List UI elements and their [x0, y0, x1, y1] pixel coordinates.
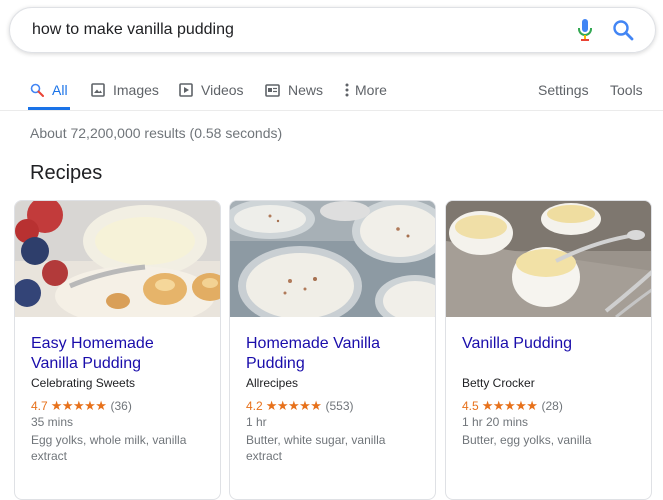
cook-time: 1 hr 20 mins: [462, 415, 529, 429]
rating-value: 4.2: [246, 399, 263, 413]
image-icon: [91, 83, 105, 97]
recipe-image: [446, 201, 651, 317]
rating-row: 4.7 ★★★★★ (36): [31, 398, 204, 414]
recipe-image: [230, 201, 435, 317]
star-rating-icon: ★★★★★: [481, 398, 538, 413]
recipe-source: Allrecipes: [246, 376, 299, 390]
star-rating-icon: ★★★★★: [265, 398, 322, 413]
recipe-card[interactable]: Easy Homemade Vanilla Pudding Celebratin…: [14, 200, 221, 500]
rating-row: 4.2 ★★★★★ (553): [246, 398, 419, 414]
rating-row: 4.5 ★★★★★ (28): [462, 398, 635, 414]
recipe-card[interactable]: Homemade Vanilla Pudding Allrecipes 4.2 …: [229, 200, 436, 500]
review-count: (36): [110, 399, 132, 413]
ingredients: Butter, white sugar, vanilla extract: [246, 433, 386, 463]
section-title: Recipes: [30, 162, 103, 184]
microphone-icon[interactable]: [573, 18, 597, 42]
tab-videos[interactable]: Videos: [179, 70, 244, 110]
recipe-source: Celebrating Sweets: [31, 376, 136, 390]
recipe-title[interactable]: Easy Homemade Vanilla Pudding: [31, 334, 204, 374]
tab-label: Images: [113, 82, 159, 98]
recipe-source: Betty Crocker: [462, 376, 535, 390]
review-count: (553): [325, 399, 354, 413]
tab-label: Videos: [201, 82, 244, 98]
review-count: (28): [541, 399, 563, 413]
tab-more[interactable]: More: [345, 70, 387, 110]
tab-label: News: [288, 82, 324, 98]
rating-value: 4.5: [462, 399, 479, 413]
star-rating-icon: ★★★★★: [50, 398, 107, 413]
tab-news[interactable]: News: [265, 70, 323, 110]
search-input[interactable]: how to make vanilla pudding: [32, 21, 573, 39]
recipe-card[interactable]: Vanilla Pudding Betty Crocker 4.5 ★★★★★ …: [445, 200, 652, 500]
recipe-title[interactable]: Homemade Vanilla Pudding: [246, 334, 419, 374]
tab-label: More: [355, 82, 387, 98]
recipe-title[interactable]: Vanilla Pudding: [462, 334, 635, 374]
tab-images[interactable]: Images: [91, 70, 159, 110]
cook-time: 35 mins: [31, 415, 74, 429]
tab-label: All: [52, 82, 68, 98]
ingredients: Butter, egg yolks, vanilla: [462, 433, 592, 447]
search-icon[interactable]: [611, 18, 635, 42]
result-stats: About 72,200,000 results (0.58 seconds): [30, 125, 283, 141]
rating-value: 4.7: [31, 399, 48, 413]
cook-time: 1 hr: [246, 415, 267, 429]
play-icon: [179, 83, 193, 97]
more-vert-icon: [345, 83, 349, 97]
tab-all[interactable]: All: [28, 70, 70, 110]
settings-link[interactable]: Settings: [538, 70, 589, 110]
ingredients: Egg yolks, whole milk, vanilla extract: [31, 433, 187, 463]
search-icon: [30, 83, 44, 97]
search-tabs: All Images Videos News More Settings Too…: [0, 70, 663, 111]
recipe-image: [15, 201, 220, 317]
news-icon: [265, 83, 280, 97]
search-box[interactable]: how to make vanilla pudding: [9, 7, 656, 53]
tools-link[interactable]: Tools: [610, 70, 643, 110]
